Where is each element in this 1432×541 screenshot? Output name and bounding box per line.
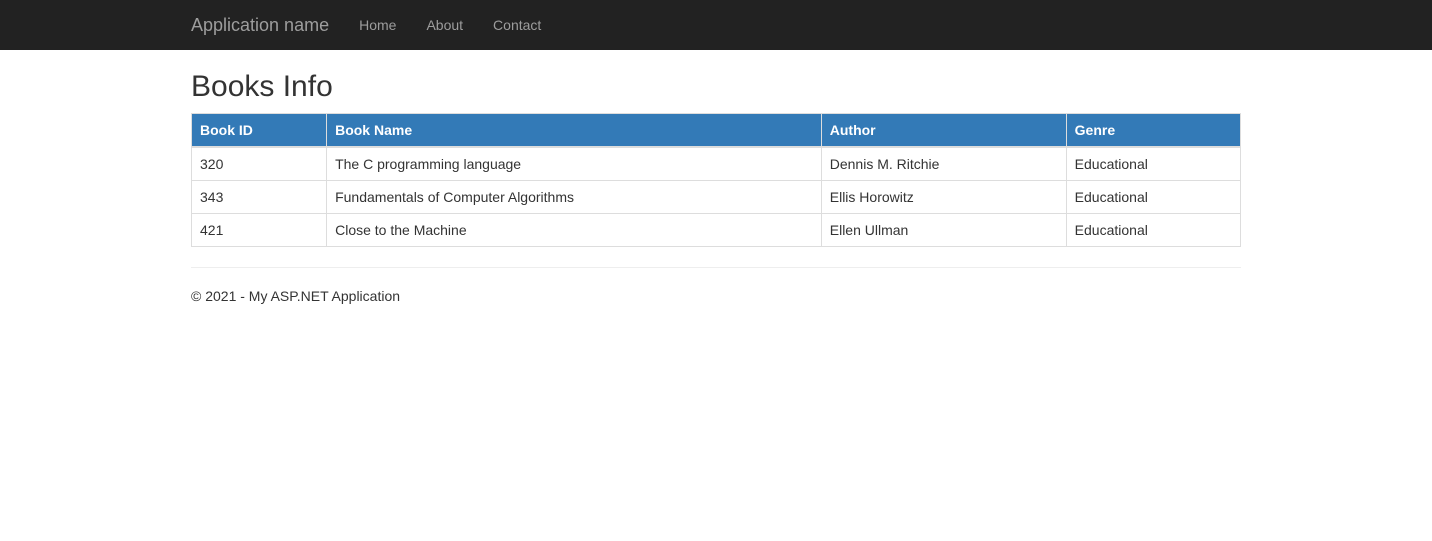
table-row: 320 The C programming language Dennis M.… — [192, 147, 1241, 181]
nav-link-about[interactable]: About — [411, 0, 478, 50]
col-header-book-name: Book Name — [327, 114, 822, 148]
nav-item-home: Home — [344, 0, 411, 50]
cell-author: Ellis Horowitz — [821, 181, 1066, 214]
books-table: Book ID Book Name Author Genre 320 The C… — [191, 113, 1241, 247]
col-header-author: Author — [821, 114, 1066, 148]
cell-author: Dennis M. Ritchie — [821, 147, 1066, 181]
nav-link-contact[interactable]: Contact — [478, 0, 556, 50]
footer: © 2021 - My ASP.NET Application — [191, 288, 1241, 304]
table-header-row: Book ID Book Name Author Genre — [192, 114, 1241, 148]
cell-book-id: 343 — [192, 181, 327, 214]
cell-genre: Educational — [1066, 214, 1240, 247]
cell-book-id: 421 — [192, 214, 327, 247]
cell-genre: Educational — [1066, 181, 1240, 214]
footer-divider — [191, 267, 1241, 268]
table-row: 343 Fundamentals of Computer Algorithms … — [192, 181, 1241, 214]
cell-author: Ellen Ullman — [821, 214, 1066, 247]
navbar-nav: Home About Contact — [344, 0, 556, 50]
cell-book-id: 320 — [192, 147, 327, 181]
nav-item-contact: Contact — [478, 0, 556, 50]
cell-book-name: The C programming language — [327, 147, 822, 181]
cell-book-name: Close to the Machine — [327, 214, 822, 247]
navbar-brand[interactable]: Application name — [191, 0, 344, 50]
table-row: 421 Close to the Machine Ellen Ullman Ed… — [192, 214, 1241, 247]
main-container: Books Info Book ID Book Name Author Genr… — [176, 70, 1256, 304]
cell-genre: Educational — [1066, 147, 1240, 181]
table-body: 320 The C programming language Dennis M.… — [192, 147, 1241, 247]
col-header-book-id: Book ID — [192, 114, 327, 148]
navbar-container: Application name Home About Contact — [176, 0, 1256, 50]
navbar: Application name Home About Contact — [0, 0, 1432, 50]
cell-book-name: Fundamentals of Computer Algorithms — [327, 181, 822, 214]
table-head: Book ID Book Name Author Genre — [192, 114, 1241, 148]
nav-link-home[interactable]: Home — [344, 0, 411, 50]
page-title: Books Info — [191, 70, 1241, 103]
col-header-genre: Genre — [1066, 114, 1240, 148]
nav-item-about: About — [411, 0, 478, 50]
footer-text: © 2021 - My ASP.NET Application — [191, 288, 1241, 304]
